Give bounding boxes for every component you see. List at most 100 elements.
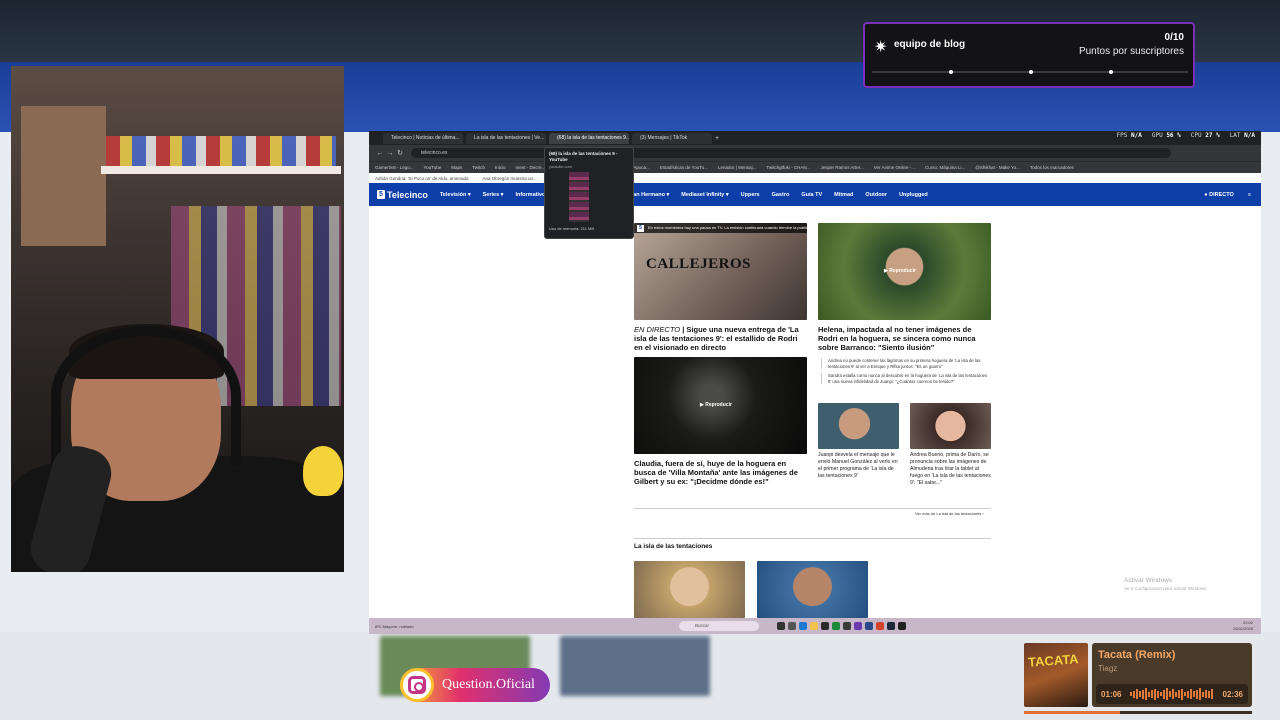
channel-five-icon: 5: [637, 225, 644, 232]
browser-tab[interactable]: La isla de las tentaciones | Ve...: [466, 132, 546, 144]
waveform-bar: [1166, 688, 1168, 700]
browser-tabbar: Telecinco | Noticias de última... La isl…: [369, 131, 1261, 145]
trending-link[interactable]: Ana Obregón muestra un...: [483, 176, 537, 181]
hover-url: youtube.com: [549, 164, 572, 169]
url-field[interactable]: telecinco.es: [411, 148, 1171, 158]
more-link[interactable]: Ver más de La isla de las tentaciones ›: [915, 511, 984, 516]
waveform-bar: [1202, 691, 1204, 697]
cpu-label: CPU: [1190, 132, 1202, 139]
bookmark[interactable]: Curso: Máquina Li...: [925, 165, 965, 170]
playback-bar: 01:06 02:36: [1096, 684, 1248, 704]
waveform-bar: [1196, 689, 1198, 699]
steam-icon[interactable]: [887, 622, 895, 630]
play-button[interactable]: Reproducir: [700, 402, 732, 408]
total-time: 02:36: [1222, 690, 1243, 699]
bookmark[interactable]: Inicio: [495, 165, 506, 170]
juanpi-thumbnail[interactable]: [818, 403, 899, 449]
nav-guia-tv[interactable]: Guía TV: [801, 192, 822, 198]
instagram-icon: [400, 668, 434, 702]
new-tab-button[interactable]: +: [715, 135, 725, 142]
section-divider: [634, 538, 991, 539]
shelf: [101, 166, 341, 174]
task-view-icon[interactable]: [777, 622, 785, 630]
bookmark[interactable]: Jesper Ramos Arter...: [820, 165, 863, 170]
nav-mediaset-infinity[interactable]: Mediaset Infinity ▾: [681, 192, 728, 198]
waveform-bar: [1172, 689, 1174, 699]
telecinco-logo[interactable]: 5 Telecinco: [377, 190, 428, 200]
menu-icon[interactable]: ≡: [1248, 192, 1251, 198]
bookmark[interactable]: Maps: [451, 165, 462, 170]
nav-gastro[interactable]: Gastro: [772, 192, 790, 198]
steam-icon[interactable]: [865, 622, 873, 630]
bookmark[interactable]: @Shikhat - Make Yo...: [975, 165, 1020, 170]
claudia-thumbnail[interactable]: Reproducir: [634, 357, 807, 454]
juanpi-headline[interactable]: Juanpi desvela el mensaje que le envió M…: [818, 452, 900, 480]
bookmark[interactable]: ment - Decre...: [516, 165, 546, 170]
waveform-bar: [1181, 688, 1183, 700]
browser-tab[interactable]: Telecinco | Noticias de última...: [383, 132, 463, 144]
helena-headline[interactable]: Helena, impactada al no tener imágenes d…: [818, 325, 991, 352]
app-icon[interactable]: [788, 622, 796, 630]
waveform-bar: [1187, 690, 1189, 698]
bookmark[interactable]: Lenador | Mensaj...: [718, 165, 756, 170]
nav-unplugged[interactable]: Unplugged: [899, 192, 928, 198]
waveform-bar: [1145, 688, 1147, 700]
section-divider: [634, 508, 991, 509]
taskbar-search[interactable]: Buscar: [679, 621, 759, 631]
isla-thumbnail[interactable]: [634, 561, 745, 618]
edge-icon[interactable]: [799, 622, 807, 630]
folder-icon[interactable]: [810, 622, 818, 630]
fps-label: FPS: [1116, 132, 1128, 139]
browser-tab-active[interactable]: (68) la isla de las tentaciones 9...: [549, 132, 629, 144]
directo-button[interactable]: ● DIRECTO: [1204, 192, 1234, 198]
bookmark[interactable]: Ver Anime Online -...: [874, 165, 915, 170]
browser-tab[interactable]: (3) Mensajes | TikTok: [632, 132, 712, 144]
fps-stat: FPS N/A: [1117, 132, 1142, 139]
bookmark[interactable]: Twitchgtfoki - CHAN...: [766, 165, 810, 170]
fps-value: N/A: [1131, 132, 1142, 139]
weather-widget[interactable]: 8ºC Mayorm. nublado: [375, 624, 435, 629]
nav-television[interactable]: Televisión ▾: [440, 192, 471, 198]
chrome-icon[interactable]: [876, 622, 884, 630]
claudia-headline[interactable]: Claudia, fuera de sí, huye de la hoguera…: [634, 459, 807, 486]
waveform-bar: [1163, 689, 1165, 699]
shelf-figures: [106, 136, 336, 166]
trending-link[interactable]: Adrián Gondria: 'Si Poco os' de Aldo, am…: [375, 176, 469, 181]
bookmark[interactable]: Estadísticas de YouTu...: [660, 165, 708, 170]
gpu-label: GPU: [1151, 132, 1163, 139]
nav-series[interactable]: Series ▾: [483, 192, 504, 198]
andrea-thumbnail[interactable]: [910, 403, 991, 449]
taskbar-clock[interactable]: 22:02 26/11/2025: [1233, 620, 1253, 632]
reload-icon[interactable]: ↻: [395, 149, 405, 157]
main-headline[interactable]: EN DIRECTO | Sigue una nueva entrega de …: [634, 325, 807, 352]
album-title: TACATA: [1027, 651, 1080, 670]
app-icon[interactable]: [843, 622, 851, 630]
related-article[interactable]: Sandra estalla como nunca al descubrir e…: [821, 373, 989, 384]
app-icon[interactable]: [854, 622, 862, 630]
nav-uppers[interactable]: Uppers: [741, 192, 760, 198]
nav-mitmad[interactable]: Mitmad: [834, 192, 853, 198]
live-ticker: En estos momentos hay una pausa en TV. L…: [634, 223, 807, 233]
nav-outdoor[interactable]: Outdoor: [865, 192, 887, 198]
waveform-bar: [1133, 690, 1135, 698]
lat-label: LAT: [1229, 132, 1241, 139]
bookmarks-bar: Gamertiv8 - Lego... YouTube Maps Twitch …: [369, 161, 1261, 173]
app-icon[interactable]: [898, 622, 906, 630]
isla-thumbnail[interactable]: [757, 561, 868, 618]
back-icon[interactable]: ←: [375, 150, 385, 157]
forward-icon[interactable]: →: [385, 150, 395, 157]
bookmark[interactable]: Gamertiv8 - Lego...: [375, 165, 414, 170]
andrea-headline[interactable]: Andrea Bueno, prima de Darío, se pronunc…: [910, 452, 992, 487]
play-button[interactable]: Reproducir: [884, 268, 916, 274]
helena-thumbnail[interactable]: Reproducir: [818, 223, 991, 320]
callejeros-thumbnail[interactable]: En estos momentos hay una pausa en TV. L…: [634, 223, 807, 320]
song-title: Tacata (Remix): [1098, 649, 1176, 661]
waveform-bar: [1157, 690, 1159, 698]
app-icon[interactable]: [821, 622, 829, 630]
app-icon[interactable]: [832, 622, 840, 630]
bookmark[interactable]: Twitch: [472, 165, 485, 170]
bookmark[interactable]: YouTube: [424, 165, 442, 170]
webcam-feed: [11, 66, 344, 572]
related-article[interactable]: Andrea no puede contener las lágrimas en…: [821, 358, 989, 369]
all-bookmarks[interactable]: Todos los marcadores: [1030, 165, 1074, 170]
